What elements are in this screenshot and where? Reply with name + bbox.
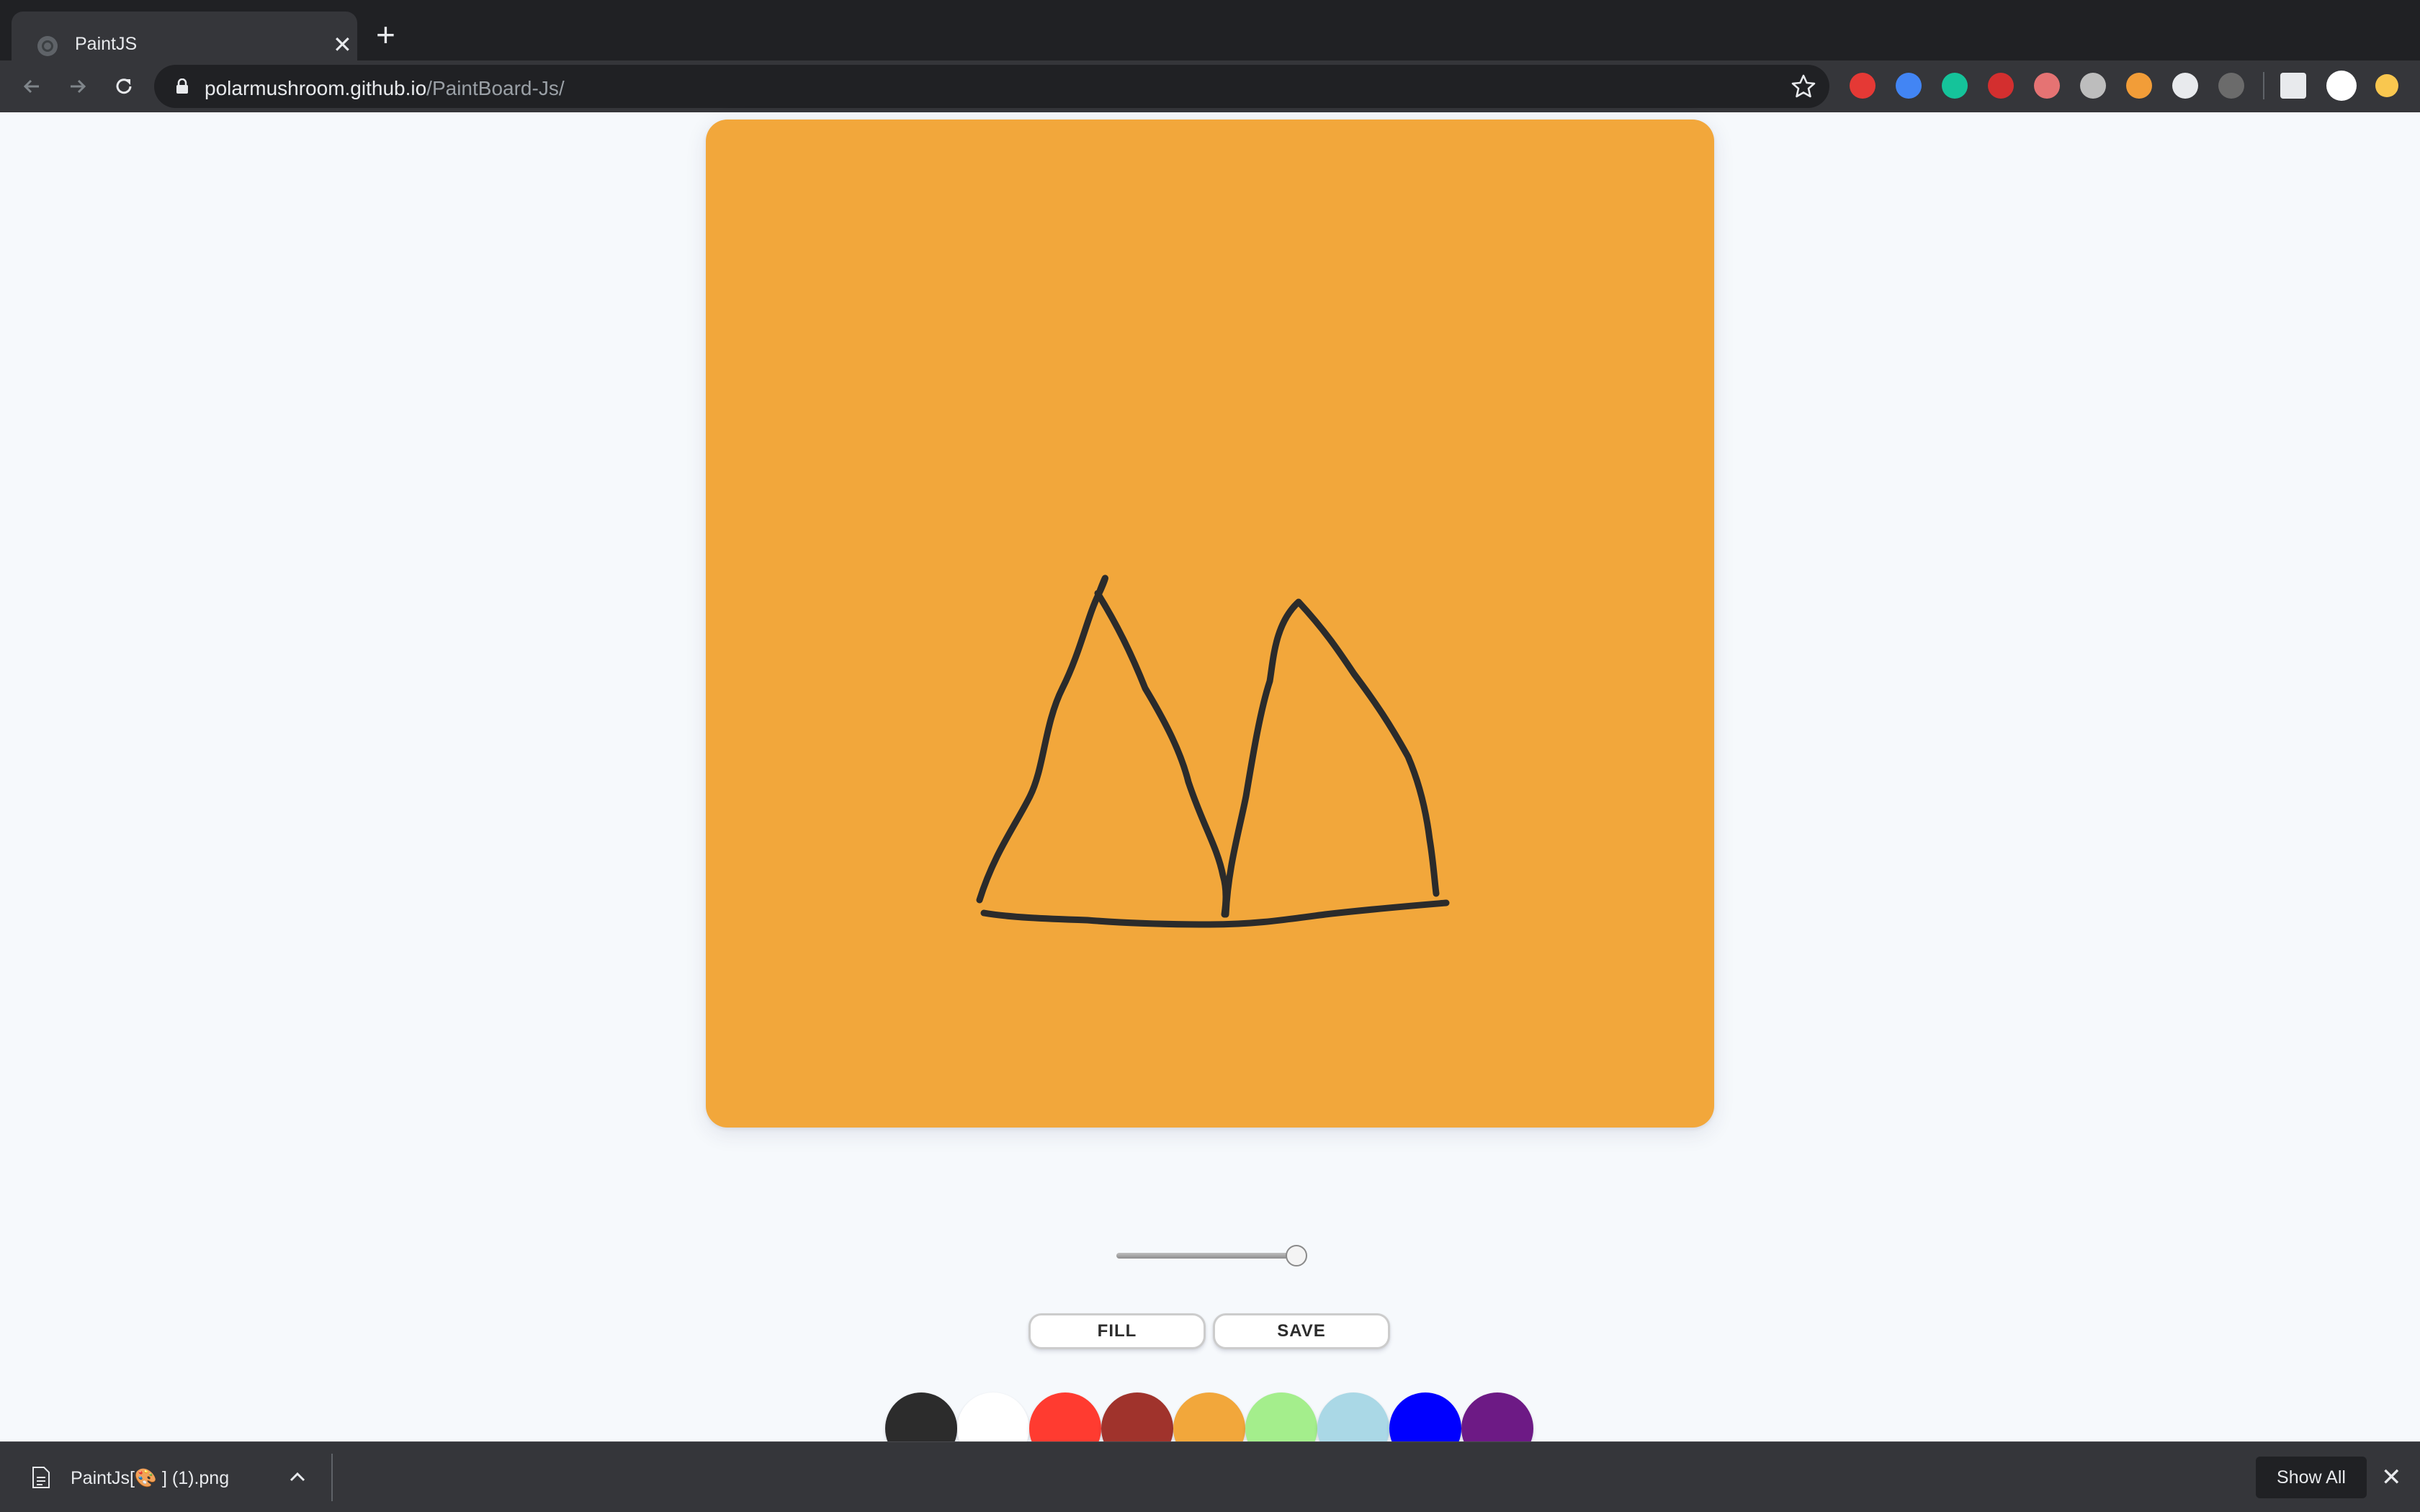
url-text: polarmushroom.github.io/PaintBoard-Js/	[205, 77, 565, 100]
tab-close-icon[interactable]: ✕	[333, 32, 352, 58]
file-icon	[32, 1467, 50, 1488]
grammarly-extension-icon[interactable]	[1942, 73, 1968, 99]
profile-avatar[interactable]	[2326, 71, 2357, 101]
reload-button[interactable]	[107, 69, 141, 104]
react-devtools-extension-icon[interactable]	[2172, 73, 2198, 99]
close-icon[interactable]: ✕	[2381, 1464, 2402, 1491]
update-badge-icon[interactable]	[2375, 74, 2398, 97]
tab-title: PaintJS	[75, 34, 138, 54]
arrow-left-icon	[23, 79, 39, 94]
save-button[interactable]: SAVE	[1213, 1313, 1390, 1349]
reload-icon	[116, 78, 132, 94]
chevron-up-icon[interactable]	[288, 1470, 307, 1484]
eyedropper-extension-icon[interactable]	[2034, 73, 2060, 99]
shelf-divider	[331, 1454, 333, 1501]
drawing-strokes	[976, 575, 1450, 928]
lock-icon[interactable]	[176, 78, 189, 94]
brush-size-slider-thumb[interactable]	[1286, 1245, 1307, 1266]
redirect-extension-icon[interactable]	[1988, 73, 2014, 99]
tab-strip: PaintJS ✕ +	[0, 0, 2420, 60]
globe-icon	[37, 36, 58, 56]
forward-button[interactable]	[60, 69, 95, 104]
arrow-right-icon	[71, 79, 86, 94]
paint-canvas[interactable]	[706, 120, 1714, 1128]
bookmark-star-icon[interactable]	[1789, 72, 1818, 101]
fill-button[interactable]: FILL	[1028, 1313, 1206, 1349]
show-all-button[interactable]: Show All	[2256, 1457, 2367, 1498]
download-file-name: PaintJs[🎨 ] (1).png	[71, 1468, 230, 1488]
brush-size-slider[interactable]	[1116, 1253, 1296, 1259]
speedometer-extension-icon[interactable]	[2080, 73, 2106, 99]
toolbar-divider	[2263, 72, 2264, 99]
pinwheel-extension-icon[interactable]	[1896, 73, 1922, 99]
download-shelf: PaintJs[🎨 ] (1).png Show All ✕	[0, 1441, 2420, 1512]
url-host: polarmushroom.github.io	[205, 77, 427, 99]
hand-stop-extension-icon[interactable]	[1850, 73, 1876, 99]
address-bar[interactable]: polarmushroom.github.io/PaintBoard-Js/	[154, 65, 1829, 108]
media-queue-icon[interactable]	[2280, 73, 2306, 99]
tab-paintjs[interactable]: PaintJS ✕	[12, 12, 357, 60]
back-button[interactable]	[14, 69, 49, 104]
new-tab-button[interactable]: +	[376, 17, 395, 52]
lambda-extension-icon[interactable]	[2126, 73, 2152, 99]
json-extension-icon[interactable]	[2218, 73, 2244, 99]
url-path: /PaintBoard-Js/	[426, 77, 565, 99]
